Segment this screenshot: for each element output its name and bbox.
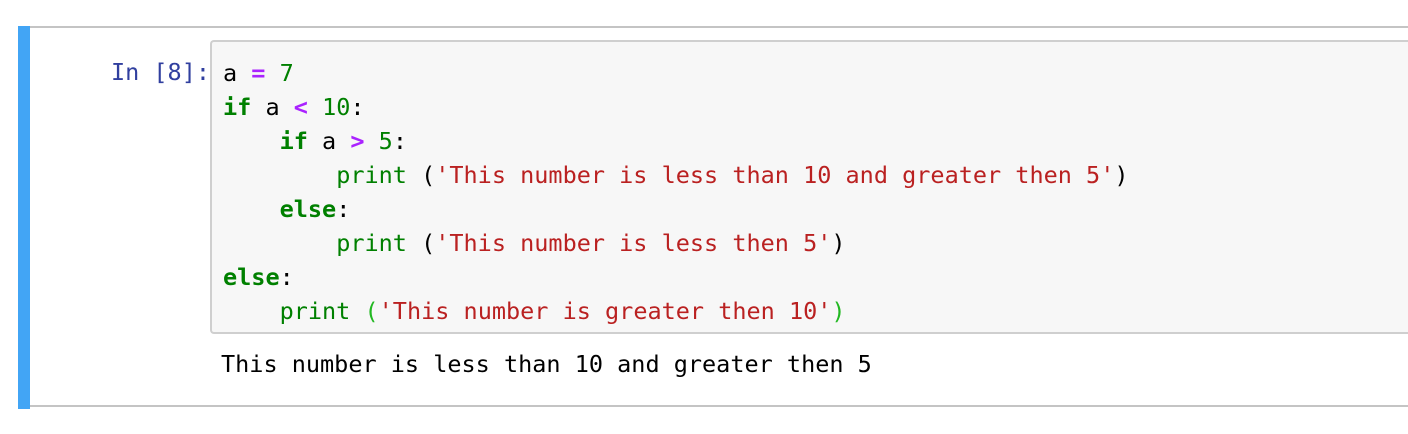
code-token: : xyxy=(392,127,407,155)
code-token: < xyxy=(293,93,308,121)
input-prompt: In [8]: xyxy=(110,58,210,86)
code-token: else xyxy=(279,195,337,223)
code-token: ( xyxy=(364,297,379,325)
code-token: ) xyxy=(1114,161,1129,189)
code-token: ( xyxy=(406,229,436,257)
code-line: else: xyxy=(223,192,1129,226)
code-token: : xyxy=(350,93,365,121)
code-token: else xyxy=(223,263,280,291)
code-token: ( xyxy=(406,161,436,189)
code-cell[interactable]: In [8]: a = 7 if a < 10: if a > 5: print … xyxy=(18,26,1408,409)
cell-selection-bar xyxy=(18,26,30,409)
code-token: : xyxy=(336,195,351,223)
code-line: print ('This number is greater then 10') xyxy=(223,294,1129,328)
code-token: 10 xyxy=(322,93,351,121)
code-token: print xyxy=(279,297,351,325)
code-token: 'This number is greater then 10' xyxy=(378,297,832,325)
code-token: 'This number is less than 10 and greater… xyxy=(435,161,1115,189)
code-token: ) xyxy=(831,297,846,325)
code-line: if a < 10: xyxy=(223,90,1129,124)
code-token: 7 xyxy=(279,59,294,87)
code-line: else: xyxy=(223,260,1129,294)
code-token: = xyxy=(251,59,266,87)
code-token: > xyxy=(350,127,365,155)
code-token: a xyxy=(307,127,351,155)
code-line: print ('This number is less than 10 and … xyxy=(223,158,1129,192)
code-token: print xyxy=(336,229,407,257)
code-text[interactable]: a = 7 if a < 10: if a > 5: print ('This n… xyxy=(223,56,1129,328)
code-line: print ('This number is less then 5') xyxy=(223,226,1129,260)
code-token: a xyxy=(223,59,252,87)
code-token: a xyxy=(251,93,294,121)
code-token: if xyxy=(279,127,308,155)
code-token: if xyxy=(223,93,252,121)
code-token: print xyxy=(336,161,407,189)
cell-output: This number is less than 10 and greater … xyxy=(221,350,872,378)
code-editor[interactable]: a = 7 if a < 10: if a > 5: print ('This n… xyxy=(210,40,1408,334)
code-token: 'This number is less then 5' xyxy=(435,229,832,257)
code-line: a = 7 xyxy=(223,56,1129,90)
code-token: 5 xyxy=(378,127,393,155)
code-line: if a > 5: xyxy=(223,124,1129,158)
code-token: ) xyxy=(831,229,846,257)
code-token: : xyxy=(279,263,294,291)
